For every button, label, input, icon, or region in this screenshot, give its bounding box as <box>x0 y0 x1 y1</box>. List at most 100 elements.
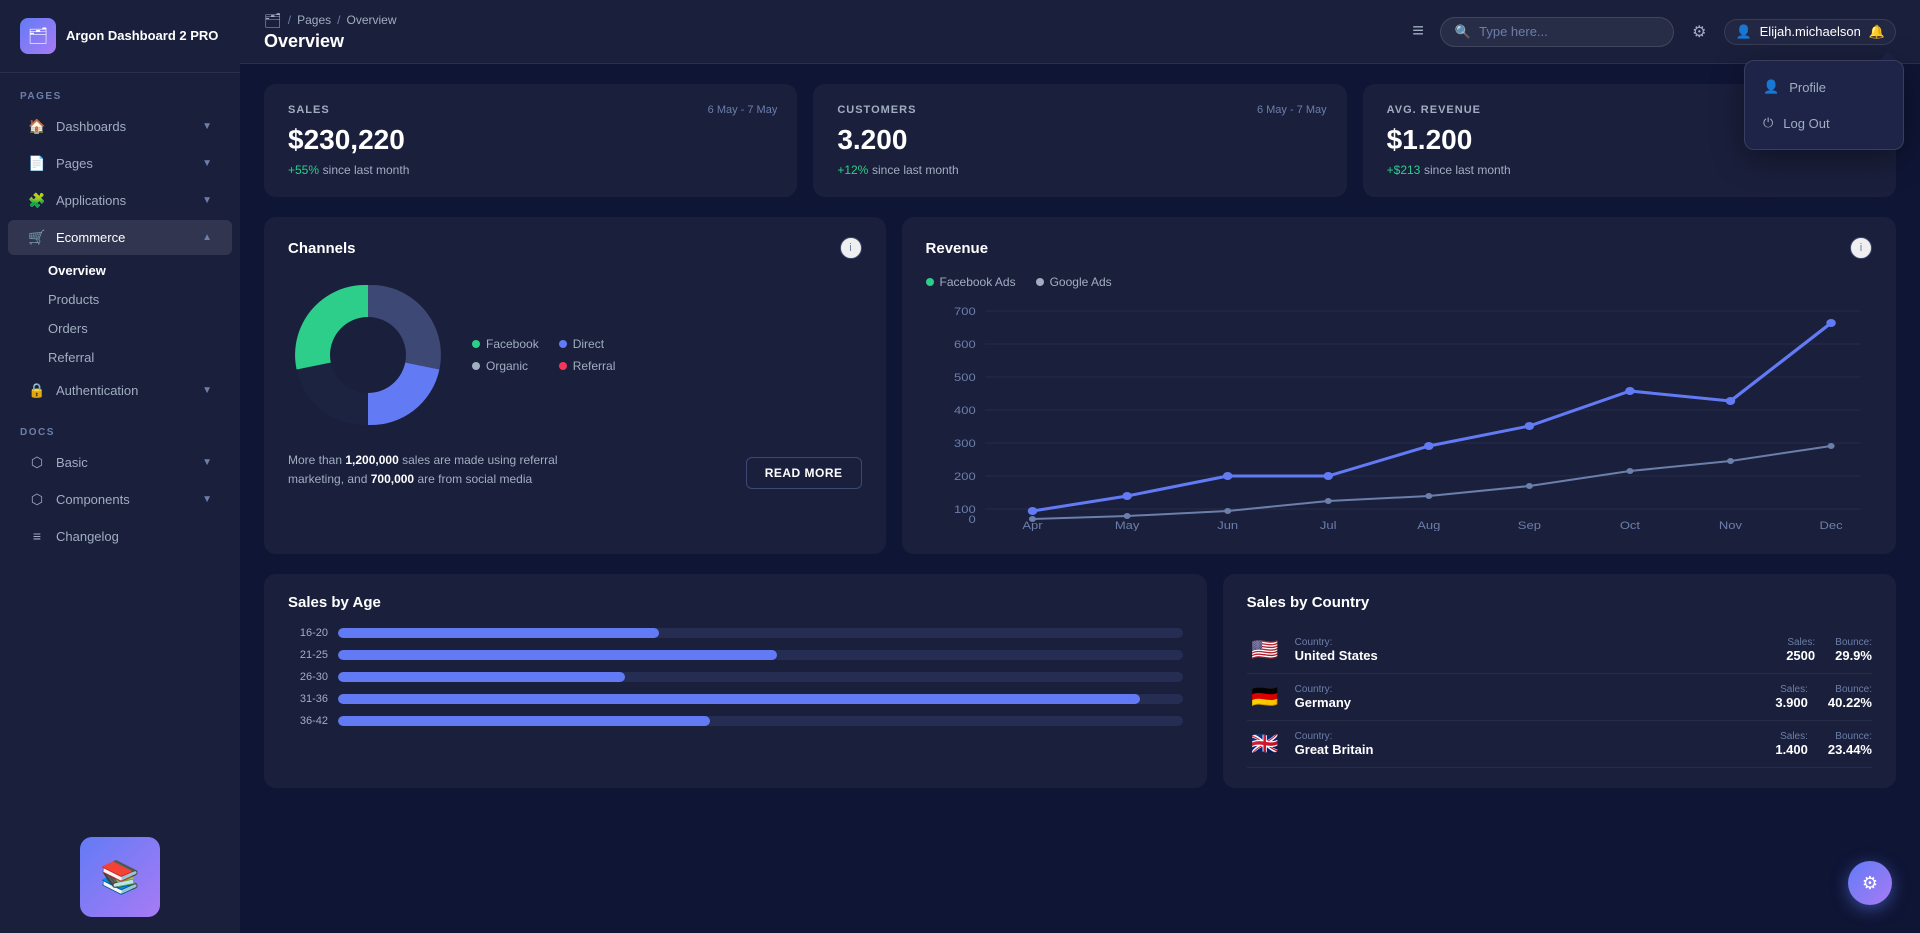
channels-title: Channels <box>288 240 356 257</box>
channels-card: Channels i <box>264 217 886 554</box>
sidebar-item-label: Components <box>56 492 192 507</box>
sidebar-sub-item-orders[interactable]: Orders <box>48 314 240 343</box>
sales-label: Sales: <box>1786 637 1815 648</box>
bar-track <box>338 694 1183 704</box>
revenue-info-button[interactable]: i <box>1850 237 1872 259</box>
sidebar-sub-item-products[interactable]: Products <box>48 285 240 314</box>
referral-dot <box>559 362 567 370</box>
sidebar-item-label: Applications <box>56 193 192 208</box>
country-name: Great Britain <box>1295 742 1756 757</box>
sales-label: Sales: <box>1775 731 1808 742</box>
auth-icon: 🔒 <box>28 382 46 399</box>
stat-change: +55% <box>288 163 319 177</box>
bar-label: 16-20 <box>288 627 328 639</box>
legend-item-facebook: Facebook <box>472 337 539 351</box>
bounce-value: 40.22% <box>1828 695 1872 710</box>
sidebar-item-changelog[interactable]: ≡ Changelog <box>8 519 232 553</box>
sidebar-item-authentication[interactable]: 🔒 Authentication ▼ <box>8 373 232 408</box>
revenue-title: Revenue <box>926 240 989 257</box>
sales-by-country-card: Sales by Country 🇺🇸 Country: United Stat… <box>1223 574 1896 788</box>
country-sales-gb: Sales: 1.400 <box>1775 731 1808 757</box>
country-row-de: 🇩🇪 Country: Germany Sales: 3.900 Bounce:… <box>1247 674 1872 721</box>
google-ads-dot <box>1036 278 1044 286</box>
bell-icon: 🔔 <box>1869 24 1885 40</box>
bar-row: 16-20 <box>288 627 1183 639</box>
revenue-card: Revenue i Facebook Ads Google Ads <box>902 217 1896 554</box>
footer-bold1: 1,200,000 <box>345 453 398 467</box>
stat-value: 3.200 <box>837 124 1322 156</box>
sidebar-item-label: Ecommerce <box>56 230 192 245</box>
sidebar-item-label: Changelog <box>56 529 212 544</box>
sidebar-item-pages[interactable]: 📄 Pages ▼ <box>8 146 232 181</box>
country-row-gb: 🇬🇧 Country: Great Britain Sales: 1.400 B… <box>1247 721 1872 768</box>
pie-chart-container: Facebook Direct Organic Referral <box>288 275 862 435</box>
bar-label: 31-36 <box>288 693 328 705</box>
sidebar-sub-item-referral[interactable]: Referral <box>48 343 240 372</box>
bounce-label: Bounce: <box>1828 684 1872 695</box>
sidebar-item-ecommerce[interactable]: 🛒 Ecommerce ▲ <box>8 220 232 255</box>
stat-date: 6 May - 7 May <box>708 104 778 116</box>
bar-fill <box>338 650 777 660</box>
country-label: Country: <box>1295 637 1767 648</box>
settings-button[interactable]: ⚙ <box>1688 18 1710 46</box>
country-bounce-us: Bounce: 29.9% <box>1835 637 1872 663</box>
avatar: 📚 <box>80 837 160 917</box>
channels-info-button[interactable]: i <box>840 237 862 259</box>
sidebar-item-label: Authentication <box>56 383 192 398</box>
content-area: SALES 6 May - 7 May $230,220 +55% since … <box>240 64 1920 933</box>
search-icon: 🔍 <box>1455 24 1471 40</box>
stat-change: +12% <box>837 163 868 177</box>
country-sales-us: Sales: 2500 <box>1786 637 1815 663</box>
stat-label: SALES <box>288 104 773 116</box>
bounce-label: Bounce: <box>1828 731 1872 742</box>
sidebar-item-label: Basic <box>56 455 192 470</box>
svg-text:0: 0 <box>968 513 976 526</box>
dropdown-arrow <box>1880 52 1896 60</box>
bar-row: 31-36 <box>288 693 1183 705</box>
legend-item-referral: Referral <box>559 359 626 373</box>
sidebar-avatar-section: 📚 <box>0 817 240 917</box>
sidebar-item-basic[interactable]: ⬡ Basic ▼ <box>8 445 232 480</box>
breadcrumb-pages[interactable]: Pages <box>297 13 331 27</box>
sidebar-item-dashboards[interactable]: 🏠 Dashboards ▼ <box>8 109 232 144</box>
country-sales-de: Sales: 3.900 <box>1775 684 1808 710</box>
stat-change: +$213 <box>1387 163 1421 177</box>
stat-change-label: since last month <box>872 163 959 177</box>
charts-row: Channels i <box>264 217 1896 554</box>
sidebar-logo-icon: 🗂 <box>20 18 56 54</box>
chevron-down-icon: ▼ <box>202 158 212 169</box>
country-name: United States <box>1295 648 1767 663</box>
dropdown-profile[interactable]: 👤 Profile <box>1745 69 1903 105</box>
country-info-gb: Country: Great Britain <box>1295 731 1756 757</box>
svg-text:May: May <box>1114 519 1139 531</box>
country-info-us: Country: United States <box>1295 637 1767 663</box>
dropdown-logout[interactable]: ⏻ Log Out <box>1745 105 1903 141</box>
stat-change-label: since last month <box>323 163 410 177</box>
sidebar-sub-item-overview[interactable]: Overview <box>48 256 240 285</box>
sidebar-item-components[interactable]: ⬡ Components ▼ <box>8 482 232 517</box>
topbar-right: 🔍 ⚙ 👤 Elijah.michaelson 🔔 <box>1440 17 1896 47</box>
sales-value: 2500 <box>1786 648 1815 663</box>
svg-text:Aug: Aug <box>1417 519 1440 531</box>
changelog-icon: ≡ <box>28 528 46 544</box>
user-menu-button[interactable]: 👤 Elijah.michaelson 🔔 <box>1724 19 1896 45</box>
read-more-button[interactable]: READ MORE <box>746 457 862 489</box>
settings-fab-button[interactable]: ⚙ <box>1848 861 1892 905</box>
menu-toggle-button[interactable]: ≡ <box>1412 20 1424 43</box>
bar-label: 36-42 <box>288 715 328 727</box>
bar-row: 21-25 <box>288 649 1183 661</box>
breadcrumb-overview[interactable]: Overview <box>347 13 397 27</box>
stat-cards-row: SALES 6 May - 7 May $230,220 +55% since … <box>264 84 1896 197</box>
sidebar-item-applications[interactable]: 🧩 Applications ▼ <box>8 183 232 218</box>
sidebar-logo-text: Argon Dashboard 2 PRO <box>66 28 218 45</box>
flag-gb: 🇬🇧 <box>1247 731 1283 757</box>
bar-label: 21-25 <box>288 649 328 661</box>
stat-value: $230,220 <box>288 124 773 156</box>
svg-text:Sep: Sep <box>1517 519 1540 531</box>
search-box: 🔍 <box>1440 17 1674 47</box>
search-input[interactable] <box>1479 24 1659 39</box>
organic-dot <box>472 362 480 370</box>
svg-text:300: 300 <box>954 437 976 450</box>
country-bounce-gb: Bounce: 23.44% <box>1828 731 1872 757</box>
channels-footer: More than 1,200,000 sales are made using… <box>288 451 862 489</box>
